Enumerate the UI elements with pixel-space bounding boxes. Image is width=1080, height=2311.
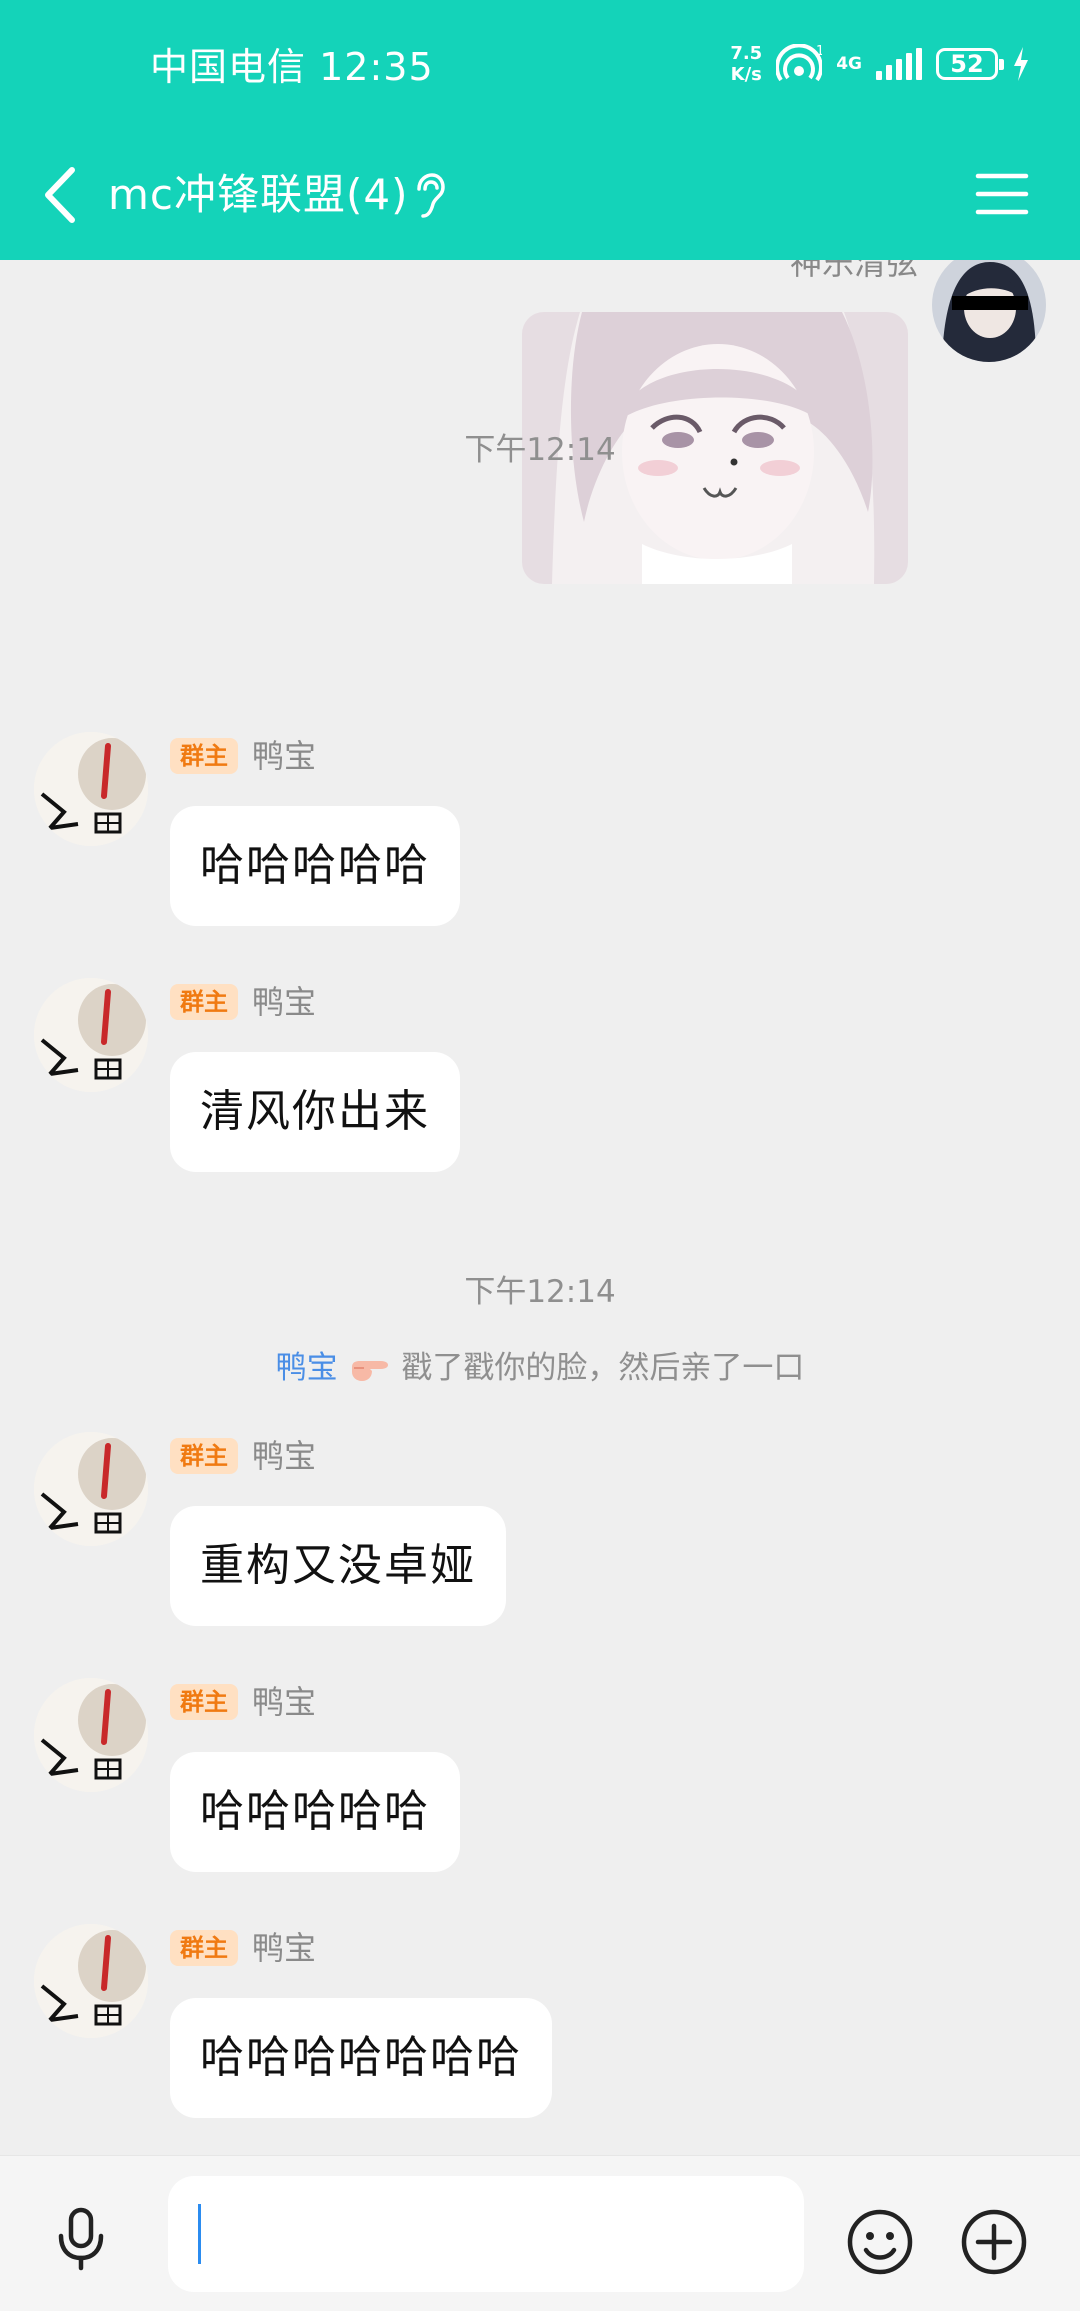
microphone-icon[interactable] — [48, 2206, 114, 2272]
text-caret — [198, 2204, 201, 2264]
self-avatar[interactable] — [932, 260, 1046, 362]
clock: 12:35 — [319, 45, 434, 89]
poke-notice: 鸭宝 戳了戳你的脸，然后亲了一口 — [0, 1342, 1080, 1387]
message-bubble[interactable]: 清风你出来 — [170, 1052, 460, 1172]
avatar-image — [34, 732, 148, 846]
sender-name: 鸭宝 — [252, 1683, 317, 1721]
chevron-left-icon[interactable] — [36, 160, 86, 230]
avatar[interactable] — [34, 1432, 148, 1546]
message-item: 群主 鸭宝 哈哈哈哈哈 — [0, 732, 1080, 932]
battery-icon: 52 — [936, 48, 1004, 80]
carrier-name: 中国电信 — [150, 45, 307, 89]
top-bar: 中国电信 12:35 7.5 K/s 1 4G 52 mc冲锋联盟(4) — [0, 0, 1080, 260]
avatar[interactable] — [34, 732, 148, 846]
avatar[interactable] — [34, 1924, 148, 2038]
sender-name: 鸭宝 — [252, 983, 317, 1021]
message-item: 群主 鸭宝 重构又没卓娅 — [0, 1432, 1080, 1632]
avatar[interactable] — [34, 1678, 148, 1792]
avatar-image — [34, 978, 148, 1092]
self-sender-name: 神乐清弦 — [789, 260, 918, 282]
owner-badge: 群主 — [170, 1438, 238, 1474]
message-item: 群主 鸭宝 清风你出来 — [0, 978, 1080, 1178]
owner-badge: 群主 — [170, 1930, 238, 1966]
message-item: 群主 鸭宝 哈哈哈哈哈哈哈 — [0, 1924, 1080, 2124]
owner-badge: 群主 — [170, 984, 238, 1020]
hamburger-menu-icon[interactable] — [974, 166, 1030, 222]
avatar[interactable] — [34, 978, 148, 1092]
hotspot-icon: 1 — [776, 44, 823, 82]
avatar-image — [34, 1678, 148, 1792]
signal-icon — [876, 48, 922, 80]
sender-name: 鸭宝 — [252, 1437, 317, 1475]
message-bubble[interactable]: 重构又没卓娅 — [170, 1506, 506, 1626]
network-speed-value: 7.5 — [730, 43, 763, 64]
owner-badge: 群主 — [170, 1684, 238, 1720]
message-bubble[interactable]: 哈哈哈哈哈 — [170, 1752, 460, 1872]
sender-name: 鸭宝 — [252, 737, 317, 775]
input-bar — [0, 2155, 1080, 2311]
network-speed-unit: K/s — [730, 64, 762, 85]
smiley-face-icon[interactable] — [846, 2208, 914, 2276]
owner-badge: 群主 — [170, 738, 238, 774]
message-bubble[interactable]: 哈哈哈哈哈 — [170, 806, 460, 926]
plus-circle-icon[interactable] — [960, 2208, 1028, 2276]
poke-actor[interactable]: 鸭宝 — [276, 1350, 338, 1386]
avatar-image — [34, 1924, 148, 2038]
network-speed: 7.5 K/s — [730, 43, 762, 85]
charging-icon — [1014, 47, 1028, 81]
svg-text:1: 1 — [816, 44, 822, 59]
chat-header: mc冲锋联盟(4) — [0, 130, 1080, 260]
avatar-image — [34, 1432, 148, 1546]
status-bar: 中国电信 12:35 7.5 K/s 1 4G 52 — [0, 0, 1080, 130]
time-divider: 下午12:14 — [464, 1274, 616, 1310]
time-divider: 下午12:14 — [464, 432, 616, 468]
sender-name: 鸭宝 — [252, 1929, 317, 1967]
message-input[interactable] — [168, 2176, 804, 2292]
pointing-finger-icon — [351, 1360, 388, 1381]
avatar-image — [932, 260, 1046, 362]
network-type: 4G — [836, 53, 862, 74]
message-bubble[interactable]: 哈哈哈哈哈哈哈 — [170, 1998, 552, 2118]
poke-text: 戳了戳你的脸，然后亲了一口 — [401, 1350, 805, 1386]
chat-title[interactable]: mc冲锋联盟(4) — [108, 160, 409, 230]
ear-icon[interactable] — [412, 172, 446, 220]
status-icons: 7.5 K/s 1 4G 52 — [730, 38, 1030, 90]
carrier-and-time: 中国电信 12:35 — [150, 36, 434, 91]
message-list[interactable]: 神乐清弦 下午12:14 群主 鸭宝 哈哈哈哈哈 群主 鸭宝 清风你出来 下午1… — [0, 260, 1080, 2155]
message-item: 群主 鸭宝 哈哈哈哈哈 — [0, 1678, 1080, 1878]
